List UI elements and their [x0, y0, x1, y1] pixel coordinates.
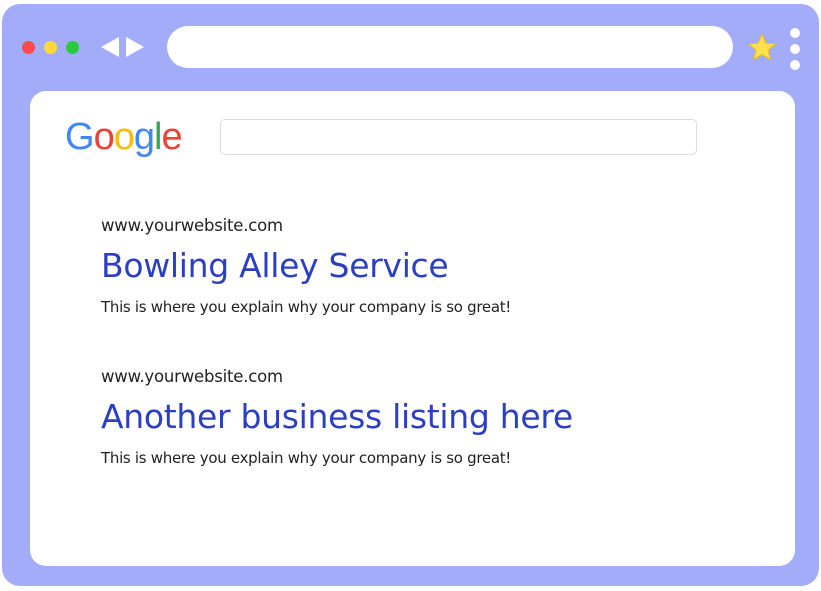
result-url[interactable]: www.yourwebsite.com — [101, 367, 573, 387]
back-arrow-icon[interactable] — [99, 35, 121, 59]
search-input[interactable] — [220, 119, 697, 155]
search-result: www.yourwebsite.com Bowling Alley Servic… — [101, 216, 511, 317]
nav-arrows — [99, 35, 146, 59]
kebab-menu-icon[interactable] — [790, 28, 800, 70]
maximize-dot[interactable] — [66, 41, 79, 54]
result-title-link[interactable]: Another business listing here — [101, 397, 573, 437]
result-title-link[interactable]: Bowling Alley Service — [101, 246, 511, 286]
logo-letter: g — [133, 116, 155, 158]
search-result: www.yourwebsite.com Another business lis… — [101, 367, 573, 468]
google-logo: Google — [65, 115, 183, 159]
logo-letter: o — [113, 116, 135, 158]
address-bar[interactable] — [167, 26, 733, 68]
result-description: This is where you explain why your compa… — [101, 298, 512, 316]
logo-letter: G — [65, 116, 95, 158]
window-controls — [22, 41, 79, 54]
forward-arrow-icon[interactable] — [124, 35, 146, 59]
result-url[interactable]: www.yourwebsite.com — [101, 216, 511, 236]
star-icon[interactable] — [747, 33, 777, 67]
page-content: Google www.yourwebsite.com Bowling Alley… — [30, 91, 795, 566]
result-description: This is where you explain why your compa… — [101, 449, 512, 467]
minimize-dot[interactable] — [44, 41, 57, 54]
logo-letter: o — [93, 116, 115, 158]
browser-window: Google www.yourwebsite.com Bowling Alley… — [2, 4, 819, 586]
logo-letter: e — [161, 116, 182, 158]
close-dot[interactable] — [22, 41, 35, 54]
